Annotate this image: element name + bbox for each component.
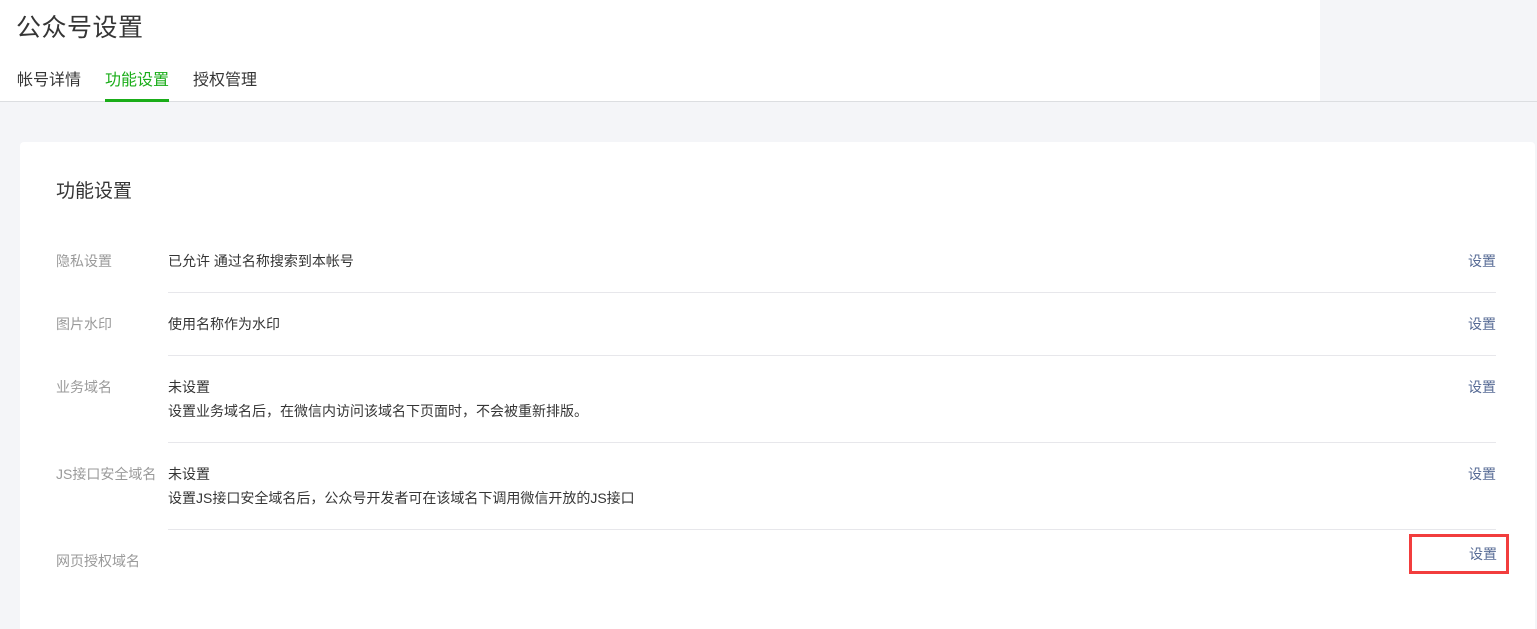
settings-link-oauth-domain[interactable]: 设置 [1469,542,1497,566]
tab-account-details[interactable]: 帐号详情 [17,72,81,102]
row-label: JS接口安全域名 [56,443,168,530]
row-description: 设置业务域名后，在微信内访问该域名下页面时，不会被重新排版。 [168,399,1468,423]
settings-link-js-secure-domain[interactable]: 设置 [1468,462,1496,486]
settings-tab-bar: 帐号详情 功能设置 授权管理 [17,0,257,102]
tab-authorization-management[interactable]: 授权管理 [193,72,257,102]
row-label: 图片水印 [56,293,168,356]
tab-function-settings[interactable]: 功能设置 [105,72,169,102]
settings-rows: 隐私设置 已允许 通过名称搜索到本帐号 设置 图片水印 使用名称作为水印 设置 … [56,230,1496,593]
row-main: 设置 [168,530,1496,593]
function-settings-panel: 功能设置 隐私设置 已允许 通过名称搜索到本帐号 设置 图片水印 使用名称作为水… [20,142,1535,629]
row-label: 业务域名 [56,356,168,443]
row-main: 未设置 设置JS接口安全域名后，公众号开发者可在该域名下调用微信开放的JS接口 … [168,443,1496,530]
row-main: 未设置 设置业务域名后，在微信内访问该域名下页面时，不会被重新排版。 设置 [168,356,1496,443]
row-value: 已允许 通过名称搜索到本帐号 [168,249,1468,273]
row-content: 未设置 设置业务域名后，在微信内访问该域名下页面时，不会被重新排版。 [168,375,1468,423]
row-value: 未设置 [168,462,1468,486]
panel-heading: 功能设置 [56,180,1496,204]
row-label: 隐私设置 [56,230,168,293]
row-label: 网页授权域名 [56,530,168,593]
row-value: 未设置 [168,375,1468,399]
row-main: 已允许 通过名称搜索到本帐号 设置 [168,230,1496,293]
red-annotation-box: 设置 [1409,534,1509,574]
settings-link-business-domain[interactable]: 设置 [1468,375,1496,399]
setting-row-oauth-domain: 网页授权域名 设置 [56,530,1496,593]
settings-link-privacy[interactable]: 设置 [1468,249,1496,273]
row-main: 使用名称作为水印 设置 [168,293,1496,356]
setting-row-js-secure-domain: JS接口安全域名 未设置 设置JS接口安全域名后，公众号开发者可在该域名下调用微… [56,443,1496,530]
row-value: 使用名称作为水印 [168,312,1468,336]
row-description: 设置JS接口安全域名后，公众号开发者可在该域名下调用微信开放的JS接口 [168,486,1468,510]
setting-row-business-domain: 业务域名 未设置 设置业务域名后，在微信内访问该域名下页面时，不会被重新排版。 … [56,356,1496,443]
setting-row-privacy: 隐私设置 已允许 通过名称搜索到本帐号 设置 [56,230,1496,293]
row-content: 未设置 设置JS接口安全域名后，公众号开发者可在该域名下调用微信开放的JS接口 [168,462,1468,510]
settings-link-image-watermark[interactable]: 设置 [1468,312,1496,336]
setting-row-image-watermark: 图片水印 使用名称作为水印 设置 [56,293,1496,356]
